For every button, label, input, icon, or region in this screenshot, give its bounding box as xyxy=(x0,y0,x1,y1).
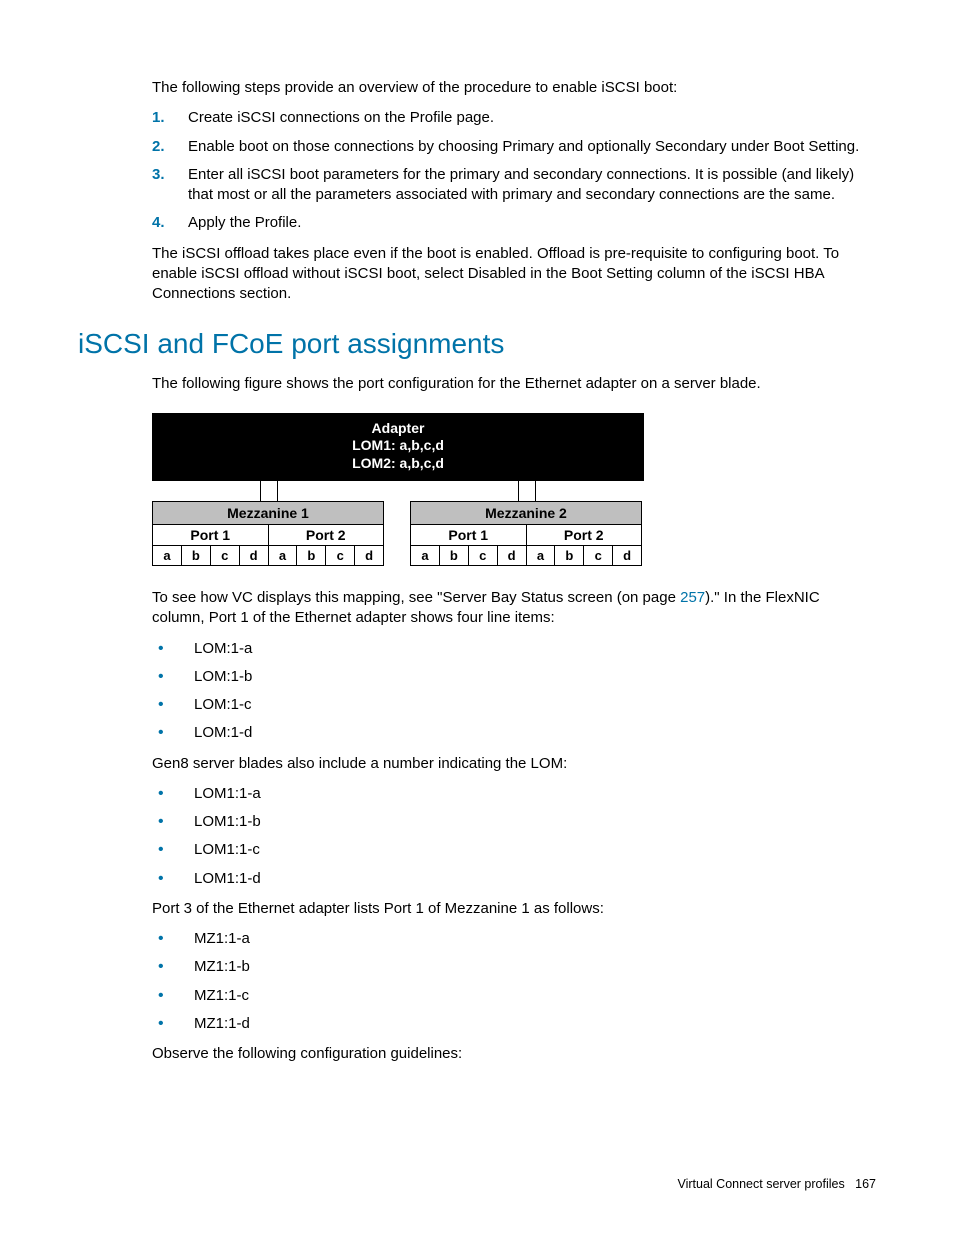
mz-list: •MZ1:1-a •MZ1:1-b •MZ1:1-c •MZ1:1-d xyxy=(78,929,876,1034)
bullet-icon: • xyxy=(152,695,194,715)
adapter-lom1: LOM1: a,b,c,d xyxy=(153,437,643,455)
subport: a xyxy=(269,546,297,565)
footer-section: Virtual Connect server profiles xyxy=(678,1177,845,1191)
subport: b xyxy=(554,546,583,565)
subport: a xyxy=(153,546,181,565)
adapter-lom2: LOM2: a,b,c,d xyxy=(153,455,643,473)
list-item: MZ1:1-b xyxy=(194,957,876,977)
bullet-icon: • xyxy=(152,723,194,743)
step-text: Enter all iSCSI boot parameters for the … xyxy=(188,165,876,206)
mezzanine-2: Mezzanine 2 Port 1 a b c d Port 2 xyxy=(410,501,642,566)
list-item: LOM:1-b xyxy=(194,667,876,687)
list-item: MZ1:1-a xyxy=(194,929,876,949)
steps-list: 1.Create iSCSI connections on the Profil… xyxy=(78,108,876,233)
text-fragment: To see how VC displays this mapping, see… xyxy=(152,589,680,606)
list-item: MZ1:1-d xyxy=(194,1014,876,1034)
bullet-icon: • xyxy=(152,957,194,977)
footer-page-number: 167 xyxy=(855,1177,876,1191)
intro-paragraph: The following steps provide an overview … xyxy=(78,78,876,98)
adapter-title: Adapter xyxy=(153,420,643,438)
mapping-paragraph: To see how VC displays this mapping, see… xyxy=(78,588,876,629)
offload-paragraph: The iSCSI offload takes place even if th… xyxy=(78,244,876,305)
subport: d xyxy=(239,546,268,565)
step-text: Enable boot on those connections by choo… xyxy=(188,137,876,157)
step-text: Create iSCSI connections on the Profile … xyxy=(188,108,876,128)
adapter-box: Adapter LOM1: a,b,c,d LOM2: a,b,c,d xyxy=(152,413,644,482)
port-header: Port 2 xyxy=(527,525,642,546)
gen8-paragraph: Gen8 server blades also include a number… xyxy=(78,754,876,774)
mezzanine-1: Mezzanine 1 Port 1 a b c d Port 2 xyxy=(152,501,384,566)
figure-intro: The following figure shows the port conf… xyxy=(78,374,876,394)
subport: a xyxy=(411,546,439,565)
subport: c xyxy=(325,546,354,565)
subport: a xyxy=(527,546,555,565)
lom1-list: •LOM1:1-a •LOM1:1-b •LOM1:1-c •LOM1:1-d xyxy=(78,784,876,889)
step-number: 4. xyxy=(152,213,188,233)
port-header: Port 1 xyxy=(153,525,268,546)
mezz-header: Mezzanine 1 xyxy=(153,502,383,525)
bullet-icon: • xyxy=(152,639,194,659)
list-item: LOM1:1-c xyxy=(194,840,876,860)
bullet-icon: • xyxy=(152,929,194,949)
list-item: LOM:1-c xyxy=(194,695,876,715)
step-number: 1. xyxy=(152,108,188,128)
port-header: Port 2 xyxy=(269,525,384,546)
subport: b xyxy=(296,546,325,565)
subport: c xyxy=(210,546,239,565)
list-item: LOM1:1-a xyxy=(194,784,876,804)
step-number: 3. xyxy=(152,165,188,206)
list-item: LOM:1-d xyxy=(194,723,876,743)
bullet-icon: • xyxy=(152,1014,194,1034)
bullet-icon: • xyxy=(152,986,194,1006)
bullet-icon: • xyxy=(152,869,194,889)
list-item: LOM:1-a xyxy=(194,639,876,659)
subport: d xyxy=(354,546,383,565)
port-header: Port 1 xyxy=(411,525,526,546)
subport: c xyxy=(583,546,612,565)
step-number: 2. xyxy=(152,137,188,157)
port-diagram: Adapter LOM1: a,b,c,d LOM2: a,b,c,d Mezz… xyxy=(78,413,876,567)
subport: b xyxy=(439,546,468,565)
subport: c xyxy=(468,546,497,565)
bullet-icon: • xyxy=(152,812,194,832)
subport: d xyxy=(612,546,641,565)
list-item: MZ1:1-c xyxy=(194,986,876,1006)
subport: b xyxy=(181,546,210,565)
page-reference-link[interactable]: 257 xyxy=(680,589,705,606)
bullet-icon: • xyxy=(152,667,194,687)
list-item: LOM1:1-d xyxy=(194,869,876,889)
page-footer: Virtual Connect server profiles 167 xyxy=(678,1177,877,1191)
connector-stubs xyxy=(152,481,642,501)
lom-list: •LOM:1-a •LOM:1-b •LOM:1-c •LOM:1-d xyxy=(78,639,876,744)
list-item: LOM1:1-b xyxy=(194,812,876,832)
step-text: Apply the Profile. xyxy=(188,213,876,233)
section-heading: iSCSI and FCoE port assignments xyxy=(78,328,876,360)
bullet-icon: • xyxy=(152,840,194,860)
mezz-header: Mezzanine 2 xyxy=(411,502,641,525)
subport: d xyxy=(497,546,526,565)
port3-paragraph: Port 3 of the Ethernet adapter lists Por… xyxy=(78,899,876,919)
observe-paragraph: Observe the following configuration guid… xyxy=(78,1044,876,1064)
bullet-icon: • xyxy=(152,784,194,804)
